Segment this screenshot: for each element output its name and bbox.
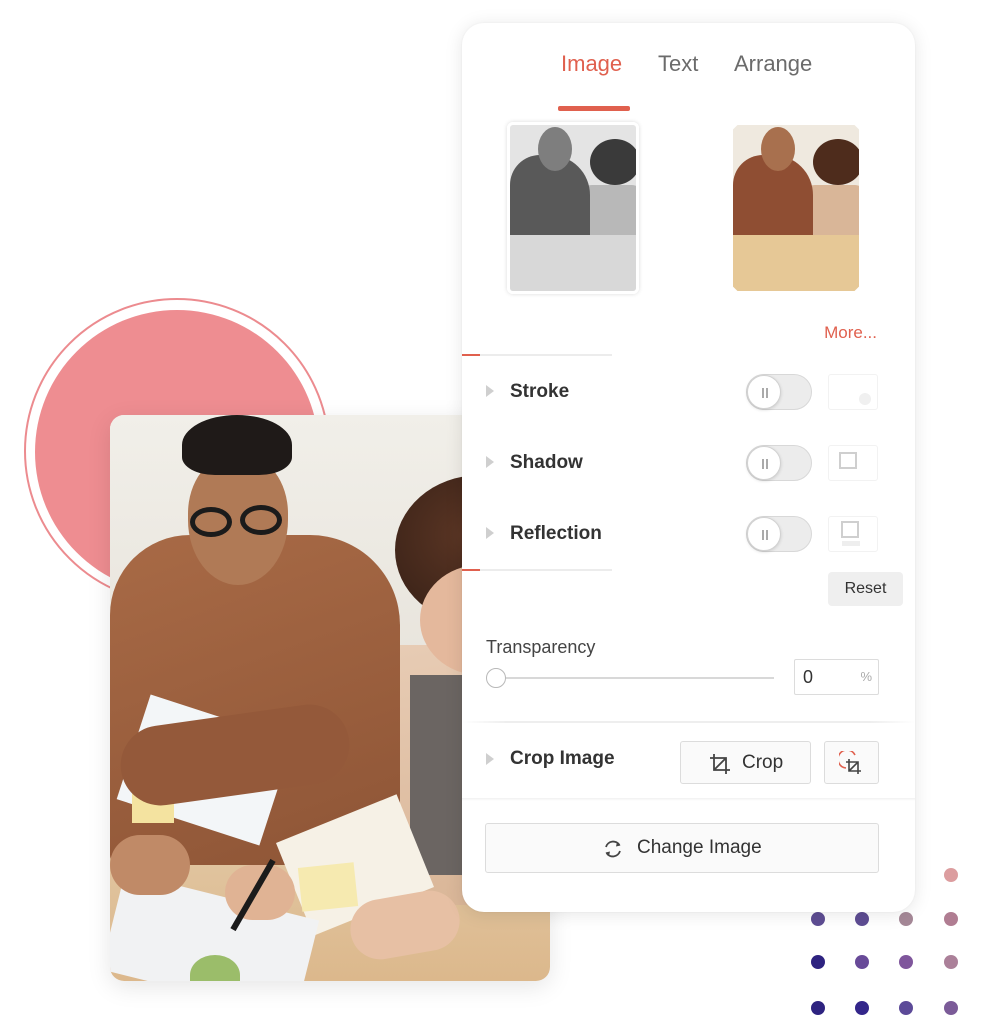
photo-glasses [240,505,282,535]
crop-image-row: Crop Image Crop [462,739,915,784]
toggle-knob [747,375,781,409]
refresh-icon [605,840,621,858]
active-tab-indicator [558,106,630,111]
tab-image[interactable]: Image [561,51,622,77]
image-format-panel: Image Text Arrange More... Stroke Shadow [462,23,915,912]
crop-to-shape-button[interactable] [824,741,879,784]
thumb-man-head [538,127,572,171]
effect-row-reflection: Reflection [462,514,915,554]
crop-button[interactable]: Crop [680,741,811,784]
expand-caret-icon[interactable] [486,456,494,468]
effect-row-stroke: Stroke [462,372,915,412]
decorative-dot [855,955,869,969]
change-image-button[interactable]: Change Image [485,823,879,873]
decorative-dot [811,955,825,969]
change-image-label: Change Image [637,837,762,858]
shadow-preset-icon [839,452,857,469]
more-styles-link[interactable]: More... [824,323,877,343]
section-divider [462,798,915,801]
effect-label: Shadow [510,452,583,473]
effect-row-shadow: Shadow [462,443,915,483]
toggle-knob [747,446,781,480]
decorative-dot [899,1001,913,1015]
photo-sticky-note [297,862,359,912]
section-divider [462,569,612,571]
thumb-man-head [761,127,795,171]
decorative-dot [944,1001,958,1015]
photo-glasses [190,507,232,537]
shadow-preset-button[interactable] [828,445,878,481]
transparency-input[interactable]: 0 % [794,659,879,695]
thumb-desk [510,235,636,291]
tab-text[interactable]: Text [658,51,698,77]
crop-button-label: Crop [742,752,784,773]
transparency-value[interactable]: 0 [803,667,813,688]
crop-to-shape-icon [839,751,861,774]
reflection-preset-icon [841,521,859,538]
decorative-dot [855,1001,869,1015]
style-preset-notched-frame[interactable] [730,122,862,294]
photo-man-hair [182,415,292,475]
shadow-toggle[interactable] [746,445,812,481]
style-preset-grayscale[interactable] [507,122,639,294]
tab-arrange[interactable]: Arrange [734,51,812,77]
section-divider [462,354,612,356]
reflection-preset-mirror [842,541,860,546]
reflection-preset-button[interactable] [828,516,878,552]
thumb-woman-hair [590,139,636,185]
photo-hand [110,835,190,895]
expand-caret-icon[interactable] [486,385,494,397]
thumb-woman-hair [813,139,859,185]
stroke-toggle[interactable] [746,374,812,410]
decorative-dot [944,955,958,969]
expand-caret-icon[interactable] [486,527,494,539]
thumb-desk [733,235,859,291]
decorative-dot [811,1001,825,1015]
toggle-knob [747,517,781,551]
section-divider [462,721,915,723]
decorative-dot [855,912,869,926]
decorative-dot [899,955,913,969]
crop-image-label: Crop Image [510,748,615,769]
effect-label: Stroke [510,381,570,402]
transparency-slider-track[interactable] [496,677,774,679]
effect-label: Reflection [510,523,602,544]
reflection-toggle[interactable] [746,516,812,552]
transparency-label: Transparency [486,637,596,657]
expand-caret-icon[interactable] [486,753,494,765]
decorative-dot [944,868,958,882]
panel-tabs: Image Text Arrange [462,47,915,111]
stroke-preset-button[interactable] [828,374,878,410]
decorative-dot [811,912,825,926]
percent-unit: % [860,669,872,684]
decorative-dot [944,912,958,926]
transparency-slider-thumb[interactable] [486,668,506,688]
decorative-dot [899,912,913,926]
stroke-preset-icon [859,393,871,405]
photo-hand [225,865,295,920]
reset-button[interactable]: Reset [828,572,903,606]
crop-icon [710,754,730,774]
